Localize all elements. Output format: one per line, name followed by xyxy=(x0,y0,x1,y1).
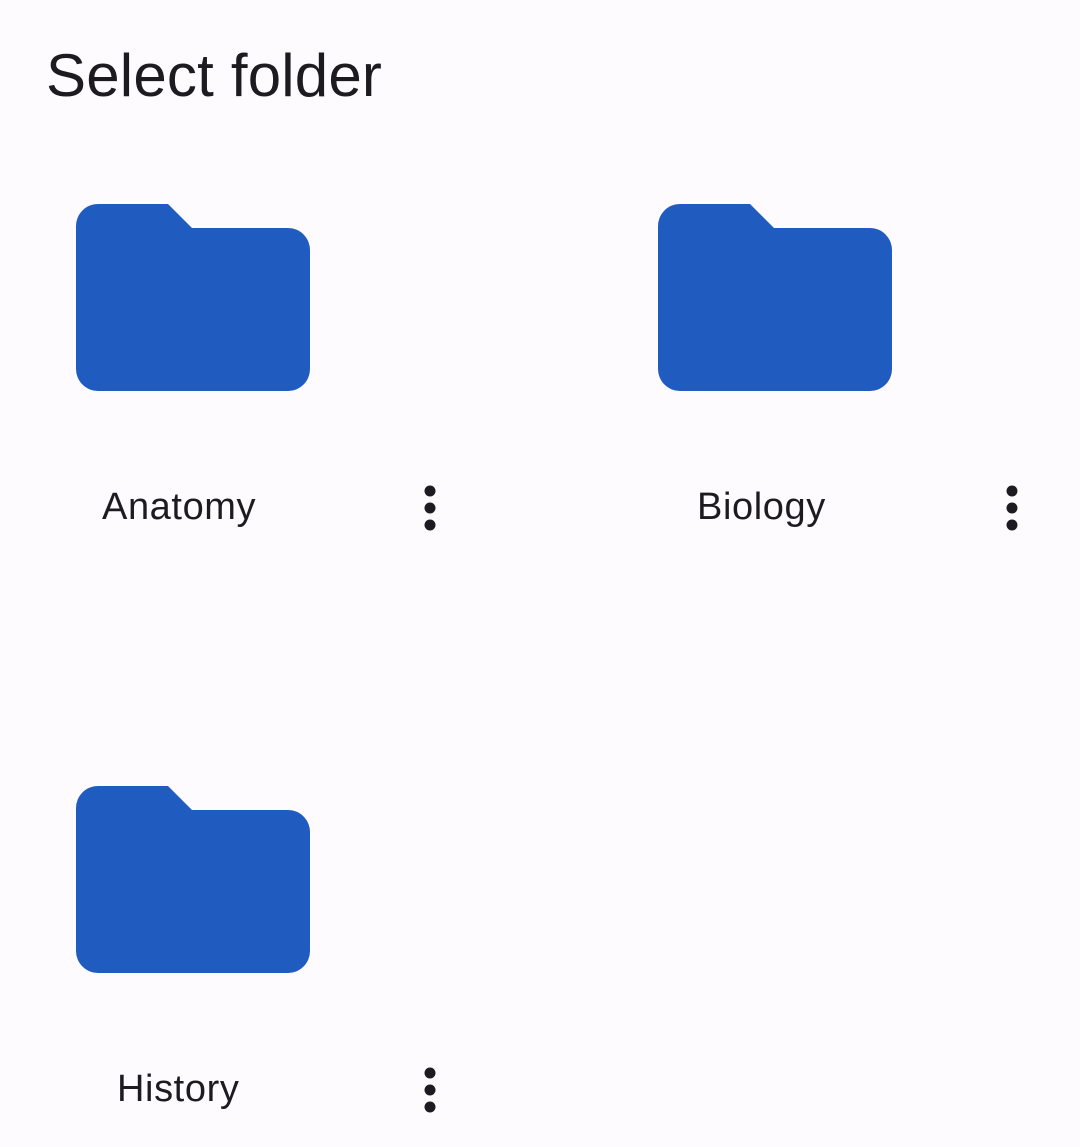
folder-item-biology[interactable]: Biology xyxy=(582,0,1080,531)
more-vert-icon xyxy=(424,485,436,531)
folder-item-anatomy[interactable]: Anatomy xyxy=(0,0,540,531)
more-vert-icon xyxy=(1006,485,1018,531)
folder-icon xyxy=(76,786,310,973)
folder-name: History xyxy=(117,1068,240,1110)
more-vert-icon xyxy=(424,1067,436,1113)
folder-icon xyxy=(76,204,310,391)
folder-name: Biology xyxy=(697,486,826,528)
folder-icon xyxy=(658,204,892,391)
folder-name: Anatomy xyxy=(102,486,257,528)
folder-item-history[interactable]: History xyxy=(0,582,540,1147)
more-options-button[interactable] xyxy=(988,480,1036,536)
more-options-button[interactable] xyxy=(406,1062,454,1118)
more-options-button[interactable] xyxy=(406,480,454,536)
folder-grid: Anatomy Biology History xyxy=(0,0,1080,1147)
